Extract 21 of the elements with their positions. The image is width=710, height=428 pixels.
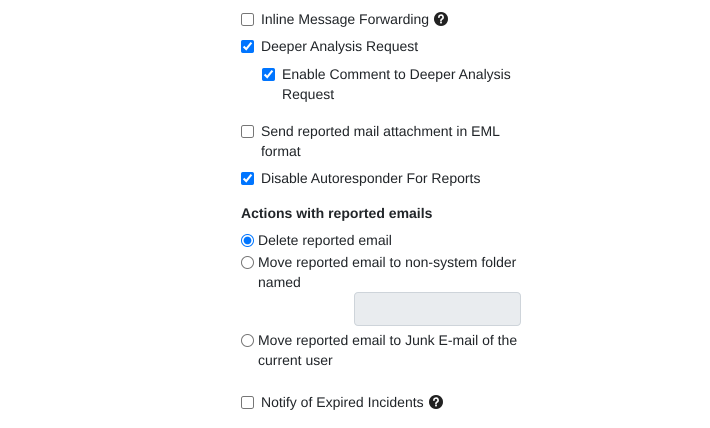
radio-label: Move reported email to Junk E-mail of the current user [258,331,518,370]
help-icon[interactable] [434,12,448,26]
section-heading: Actions with reported emails [241,204,434,223]
checkbox-label: Enable Comment to Deeper Analysis Request [282,65,512,104]
radio-label: Move reported email to non-system folder named [258,253,518,292]
checkbox-label: Inline Message Forwarding [261,9,448,29]
checkbox-label: Disable Autoresponder For Reports [261,169,480,188]
checkbox[interactable] [241,172,254,185]
radio-button[interactable] [241,256,254,269]
help-icon[interactable] [428,395,443,409]
radio-button[interactable] [241,234,254,247]
checkbox[interactable] [262,68,275,81]
checkbox[interactable] [241,40,254,53]
checkbox-label: Notify of Expired Incidents [261,392,443,412]
radio-button[interactable] [241,334,254,347]
checkbox[interactable] [241,13,254,26]
checkbox[interactable] [241,396,254,409]
checkbox-label: Send reported mail attachment in EML format [261,122,500,161]
checkbox-label: Deeper Analysis Request [261,37,418,56]
checkbox[interactable] [241,125,254,138]
radio-label: Delete reported email [258,231,392,250]
